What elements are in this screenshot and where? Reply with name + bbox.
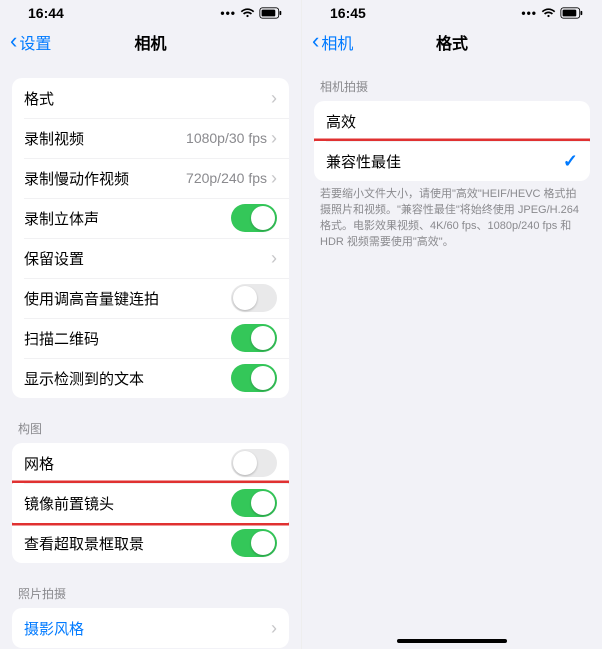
chevron-left-icon: ‹ [312,30,319,52]
cellular-icon: ••• [521,6,537,20]
phone-formats: 16:45 ••• ‹ 相机 格式 相机拍摄 高效 兼容性最佳 ✓ [301,0,602,649]
section-header-camera-capture: 相机拍摄 [314,78,590,101]
section-footer-formats: 若要缩小文件大小，请使用"高效"HEIF/HEVC 格式拍摄照片和视频。"兼容性… [314,181,590,251]
chevron-right-icon: › [271,168,277,189]
nav-back-label: 相机 [321,30,353,54]
status-time: 16:44 [28,5,64,21]
status-icons: ••• [220,6,283,20]
row-volume-burst[interactable]: 使用调高音量键连拍 [12,278,289,318]
chevron-right-icon: › [271,248,277,269]
section-header-capture: 照片拍摄 [12,585,289,608]
switch-mirror-front[interactable] [231,489,277,517]
nav-back-button[interactable]: ‹ 相机 [312,30,353,54]
chevron-right-icon: › [271,128,277,149]
chevron-right-icon: › [271,618,277,639]
nav-back-button[interactable]: ‹ 设置 [10,30,51,54]
phone-camera-settings: 16:44 ••• ‹ 设置 相机 格式 › 录制视频 1080p/30 fps [0,0,301,649]
chevron-left-icon: ‹ [10,30,17,52]
row-record-stereo[interactable]: 录制立体声 [12,198,289,238]
battery-icon [560,7,584,19]
status-time: 16:45 [330,5,366,21]
switch-detected-text[interactable] [231,364,277,392]
row-record-slomo[interactable]: 录制慢动作视频 720p/240 fps › [12,158,289,198]
switch-volume-burst[interactable] [231,284,277,312]
switch-grid[interactable] [231,449,277,477]
row-preserve-settings[interactable]: 保留设置 › [12,238,289,278]
row-most-compatible[interactable]: 兼容性最佳 ✓ [314,141,590,181]
status-bar: 16:44 ••• [0,0,301,20]
row-view-outside-frame[interactable]: 查看超取景框取景 [12,523,289,563]
row-photographic-styles[interactable]: 摄影风格 › [12,608,289,648]
row-scan-qr[interactable]: 扫描二维码 [12,318,289,358]
chevron-right-icon: › [271,88,277,109]
status-icons: ••• [521,6,584,20]
battery-icon [259,7,283,19]
switch-stereo[interactable] [231,204,277,232]
nav-bar: ‹ 设置 相机 [0,20,301,64]
content-scroll: 格式 › 录制视频 1080p/30 fps › 录制慢动作视频 720p/24… [0,64,301,649]
row-mirror-front[interactable]: 镜像前置镜头 [12,483,289,523]
wifi-icon [541,7,556,19]
cellular-icon: ••• [220,6,236,20]
section-header-composition: 构图 [12,420,289,443]
checkmark-icon: ✓ [563,151,578,172]
row-record-video[interactable]: 录制视频 1080p/30 fps › [12,118,289,158]
home-indicator[interactable] [397,639,507,643]
switch-scan-qr[interactable] [231,324,277,352]
content-scroll: 相机拍摄 高效 兼容性最佳 ✓ 若要缩小文件大小，请使用"高效"HEIF/HEV… [302,64,602,649]
row-formats[interactable]: 格式 › [12,78,289,118]
nav-bar: ‹ 相机 格式 [302,20,602,64]
switch-view-outside[interactable] [231,529,277,557]
nav-back-label: 设置 [19,30,51,54]
status-bar: 16:45 ••• [302,0,602,20]
row-detected-text[interactable]: 显示检测到的文本 [12,358,289,398]
row-high-efficiency[interactable]: 高效 [314,101,590,141]
wifi-icon [240,7,255,19]
row-grid[interactable]: 网格 [12,443,289,483]
